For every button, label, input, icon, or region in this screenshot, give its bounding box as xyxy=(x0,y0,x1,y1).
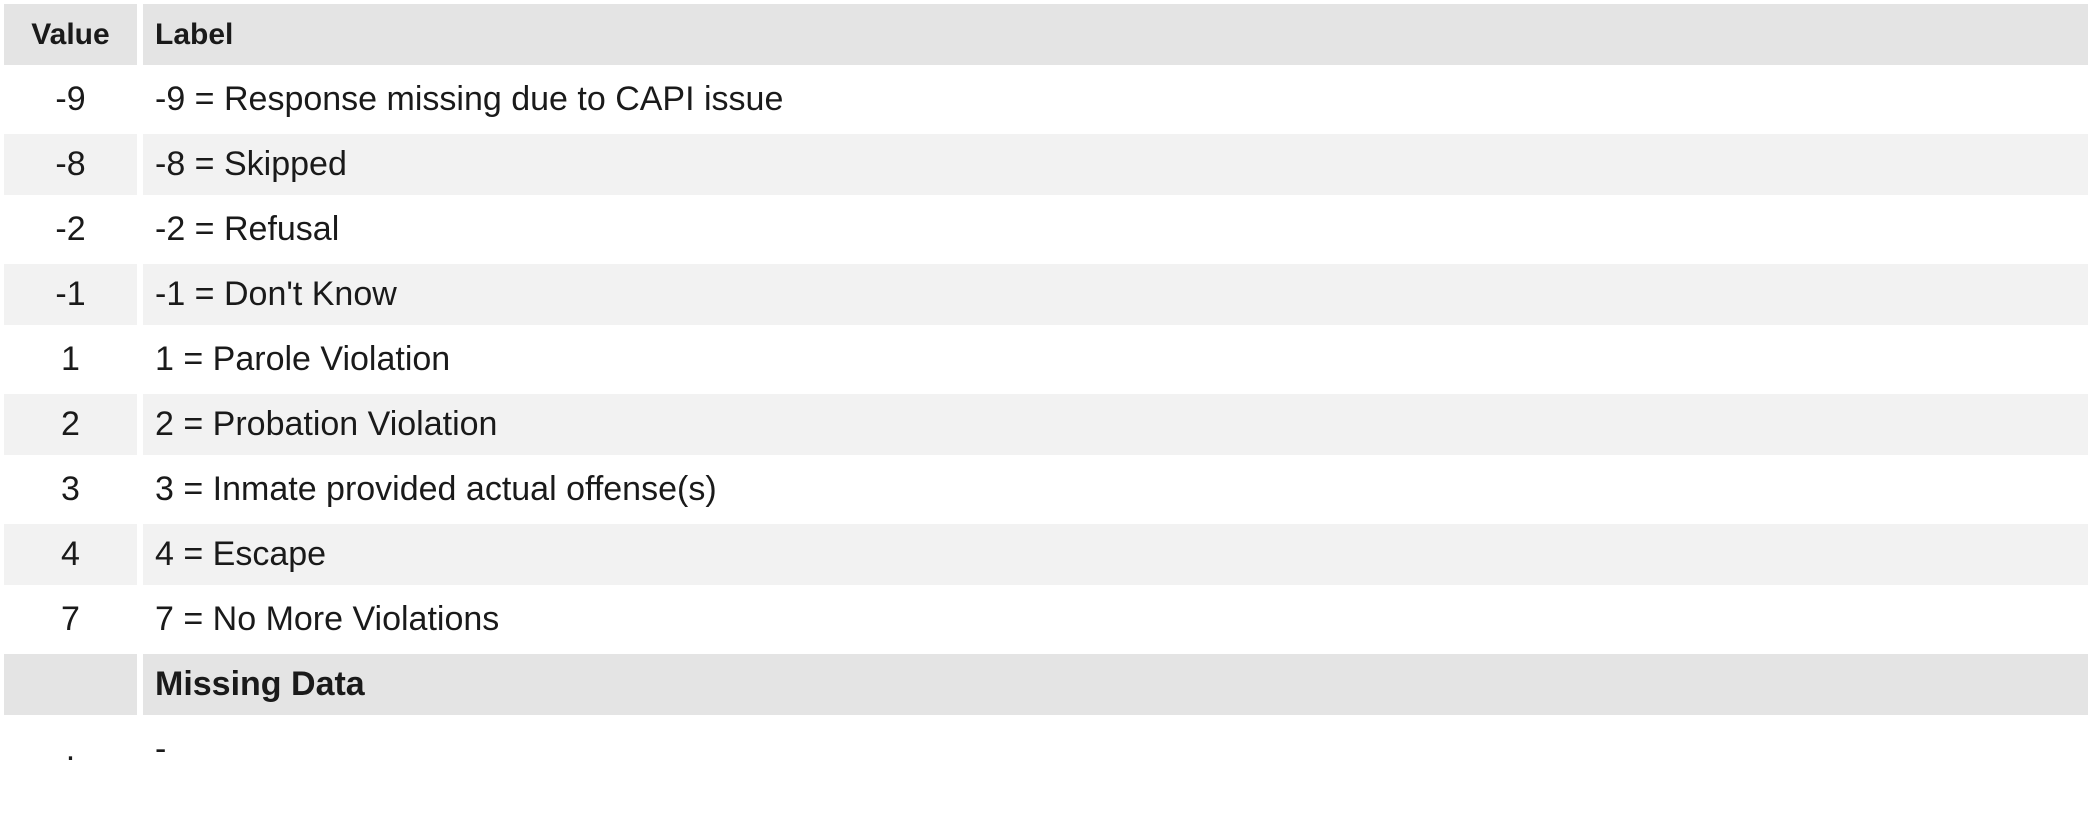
section-value-spacer xyxy=(4,654,143,719)
row-label: -1 = Don't Know xyxy=(143,264,2088,329)
row-label: 4 = Escape xyxy=(143,524,2088,589)
row-value: 1 xyxy=(4,329,143,394)
table-row: 1 1 = Parole Violation xyxy=(4,329,2088,394)
row-label: -2 = Refusal xyxy=(143,199,2088,264)
missing-data-title: Missing Data xyxy=(143,654,2088,719)
value-label-table: Value Label -9 -9 = Response missing due… xyxy=(4,4,2088,784)
row-value: 7 xyxy=(4,589,143,654)
row-value: -9 xyxy=(4,69,143,134)
row-value: -8 xyxy=(4,134,143,199)
row-label: 1 = Parole Violation xyxy=(143,329,2088,394)
row-value: 2 xyxy=(4,394,143,459)
row-value: . xyxy=(4,719,143,784)
value-column-header: Value xyxy=(4,4,143,69)
row-value: 3 xyxy=(4,459,143,524)
row-value: -2 xyxy=(4,199,143,264)
table-row: 4 4 = Escape xyxy=(4,524,2088,589)
row-value: -1 xyxy=(4,264,143,329)
table-row: . - xyxy=(4,719,2088,784)
table-row: -8 -8 = Skipped xyxy=(4,134,2088,199)
missing-data-section-header: Missing Data xyxy=(4,654,2088,719)
row-label: 2 = Probation Violation xyxy=(143,394,2088,459)
table-row: 7 7 = No More Violations xyxy=(4,589,2088,654)
table-row: 3 3 = Inmate provided actual offense(s) xyxy=(4,459,2088,524)
row-value: 4 xyxy=(4,524,143,589)
table-header-row: Value Label xyxy=(4,4,2088,69)
row-label: -9 = Response missing due to CAPI issue xyxy=(143,69,2088,134)
row-label: - xyxy=(143,719,2088,784)
label-column-header: Label xyxy=(143,4,2088,69)
row-label: -8 = Skipped xyxy=(143,134,2088,199)
row-label: 7 = No More Violations xyxy=(143,589,2088,654)
table-row: -1 -1 = Don't Know xyxy=(4,264,2088,329)
table-row: -9 -9 = Response missing due to CAPI iss… xyxy=(4,69,2088,134)
table-row: -2 -2 = Refusal xyxy=(4,199,2088,264)
row-label: 3 = Inmate provided actual offense(s) xyxy=(143,459,2088,524)
table-row: 2 2 = Probation Violation xyxy=(4,394,2088,459)
